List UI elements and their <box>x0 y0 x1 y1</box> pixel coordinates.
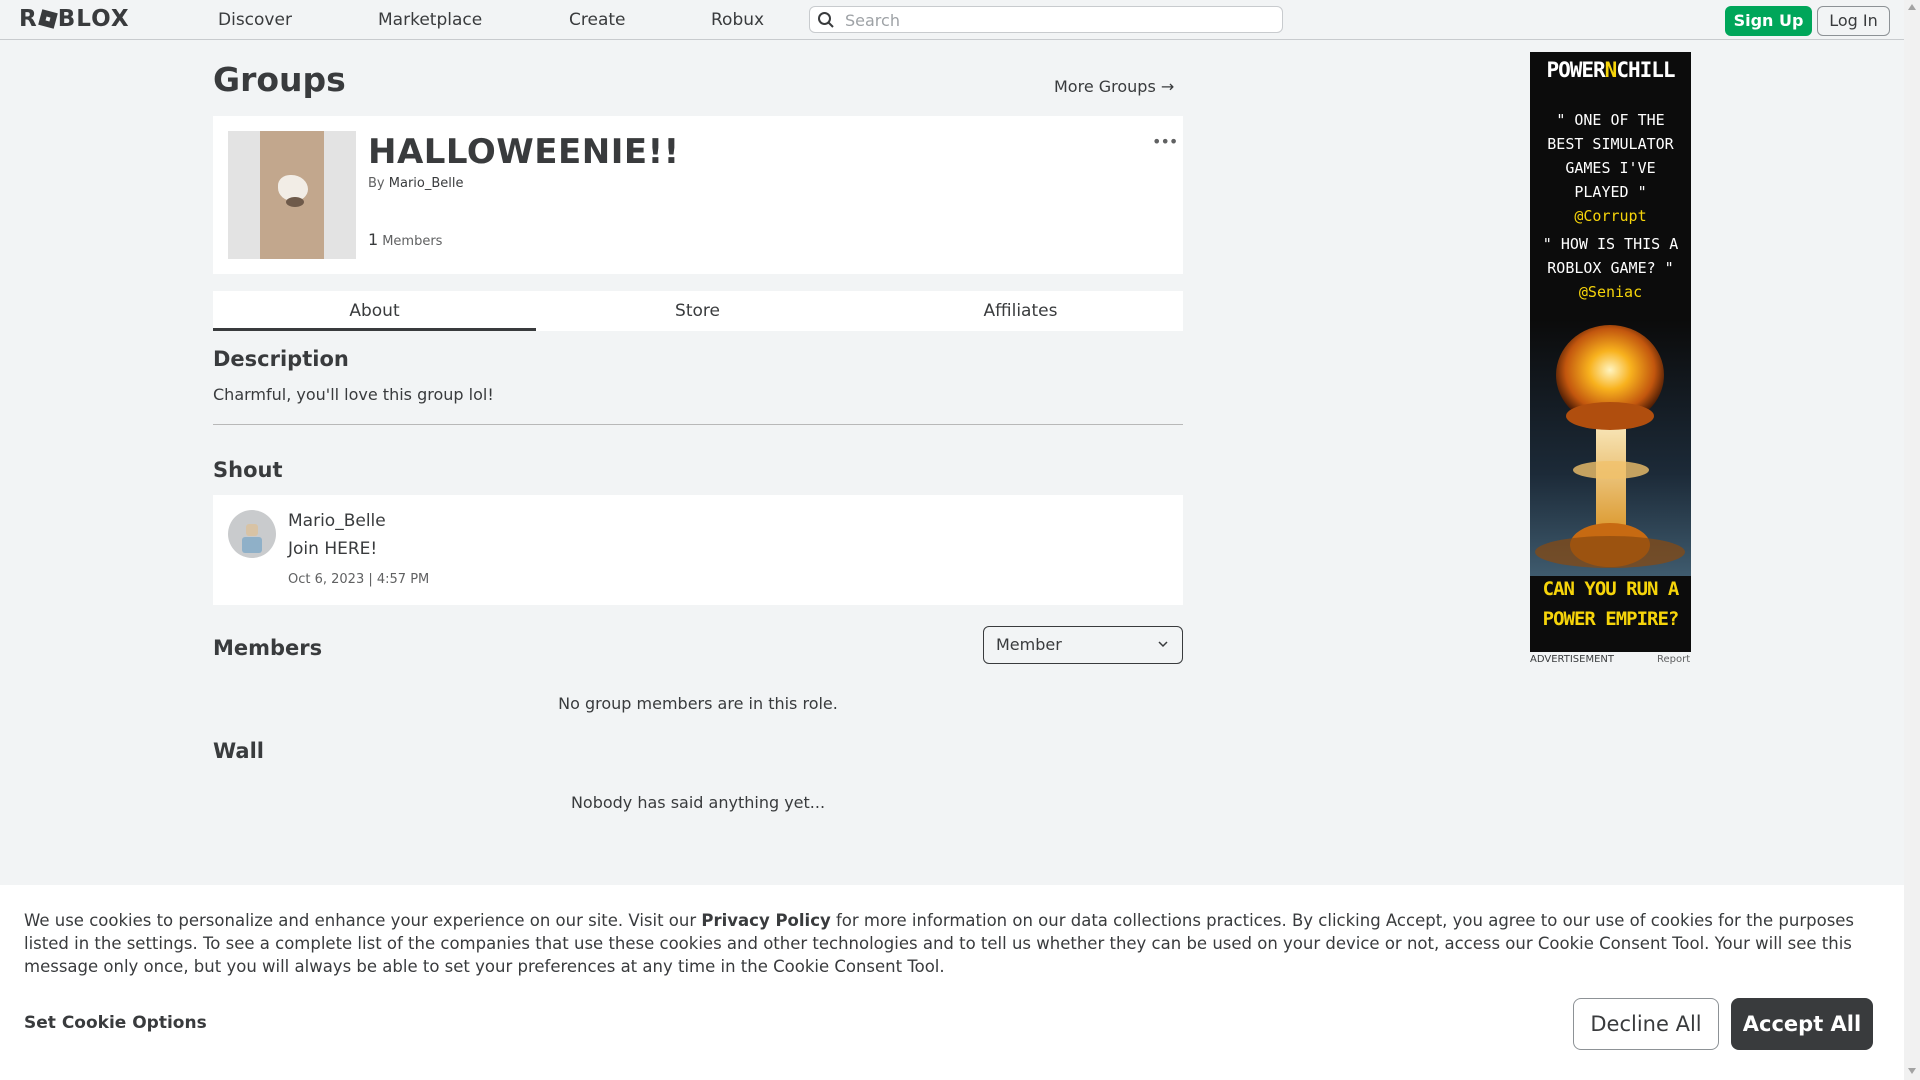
group-member-count: 1 Members <box>368 230 442 249</box>
group-name: HALLOWEENIE!! <box>368 132 680 172</box>
shout-heading: Shout <box>213 458 283 482</box>
shout-timestamp: Oct 6, 2023 | 4:57 PM <box>288 572 430 587</box>
group-header-card: HALLOWEENIE!! By Mario_Belle 1 Members ••… <box>213 116 1183 274</box>
ad-quote-2: " HOW IS THIS A ROBLOX GAME? " @Seniac <box>1542 235 1679 301</box>
sign-up-button[interactable]: Sign Up <box>1725 6 1812 36</box>
tab-about[interactable]: About <box>213 291 536 331</box>
advertisement-label: ADVERTISEMENT <box>1530 654 1615 665</box>
role-select-value: Member <box>996 635 1062 654</box>
logo-tilted-square-icon <box>37 9 58 29</box>
ad-quote-1: " ONE OF THE BEST SIMULATOR GAMES I'VE P… <box>1547 111 1674 225</box>
more-options-icon[interactable]: ••• <box>1152 132 1178 151</box>
top-navigation-bar: R BLOX Discover Marketplace Create Robux … <box>0 0 1904 40</box>
nav-robux[interactable]: Robux <box>711 10 764 30</box>
nav-create[interactable]: Create <box>569 10 626 30</box>
search-input[interactable] <box>843 8 1277 33</box>
shout-username[interactable]: Mario_Belle <box>288 511 386 531</box>
more-groups-link[interactable]: More Groups → <box>1054 77 1174 96</box>
section-divider <box>213 424 1183 425</box>
advertisement-banner[interactable]: POWERNCHILL " ONE OF THE BEST SIMULATOR … <box>1530 52 1691 652</box>
privacy-policy-link[interactable]: Privacy Policy <box>701 911 830 930</box>
decline-all-button[interactable]: Decline All <box>1573 998 1719 1050</box>
group-description-text: Charmful, you'll love this group lol! <box>213 385 494 404</box>
group-owner-line: By Mario_Belle <box>368 176 464 191</box>
group-owner-link[interactable]: Mario_Belle <box>389 176 464 191</box>
mushroom-cloud-image <box>1530 320 1691 576</box>
group-tabs: About Store Affiliates <box>213 291 1183 331</box>
scroll-down-arrow-icon[interactable] <box>1908 1068 1916 1074</box>
roblox-logo[interactable]: R BLOX <box>19 6 130 32</box>
by-label: By <box>368 176 385 191</box>
ad-report-link[interactable]: Report <box>1657 654 1690 665</box>
cookie-consent-banner: We use cookies to personalize and enhanc… <box>0 885 1904 1080</box>
nav-discover[interactable]: Discover <box>218 10 292 30</box>
page-title: Groups <box>213 60 346 99</box>
members-heading: Members <box>213 636 323 660</box>
group-emblem-image <box>228 131 356 259</box>
page-scrollbar[interactable] <box>1904 0 1920 1080</box>
member-count-value: 1 <box>368 230 379 249</box>
cookie-message: We use cookies to personalize and enhanc… <box>24 911 1855 976</box>
nav-marketplace[interactable]: Marketplace <box>378 10 482 30</box>
member-count-label: Members <box>382 234 443 249</box>
search-icon <box>817 11 835 33</box>
chevron-down-icon <box>1156 636 1170 655</box>
role-select-dropdown[interactable]: Member <box>983 626 1183 664</box>
log-in-button[interactable]: Log In <box>1817 6 1890 36</box>
scroll-up-arrow-icon[interactable] <box>1908 4 1916 10</box>
members-empty-message: No group members are in this role. <box>558 694 838 713</box>
tab-affiliates[interactable]: Affiliates <box>859 291 1182 331</box>
accept-all-button[interactable]: Accept All <box>1731 998 1873 1050</box>
set-cookie-options-link[interactable]: Set Cookie Options <box>24 1013 207 1033</box>
wall-empty-message: Nobody has said anything yet... <box>570 793 826 812</box>
shout-card: Mario_Belle Join HERE! Oct 6, 2023 | 4:5… <box>213 495 1183 605</box>
ad-brand-logo: POWERNCHILL <box>1546 58 1675 82</box>
description-heading: Description <box>213 347 349 371</box>
tab-store[interactable]: Store <box>536 291 859 331</box>
shout-message: Join HERE! <box>288 539 378 559</box>
avatar[interactable] <box>228 510 276 558</box>
wall-heading: Wall <box>213 739 264 763</box>
search-box[interactable] <box>809 6 1283 33</box>
ad-call-to-action: CAN YOU RUN A POWER EMPIRE? <box>1542 578 1680 630</box>
